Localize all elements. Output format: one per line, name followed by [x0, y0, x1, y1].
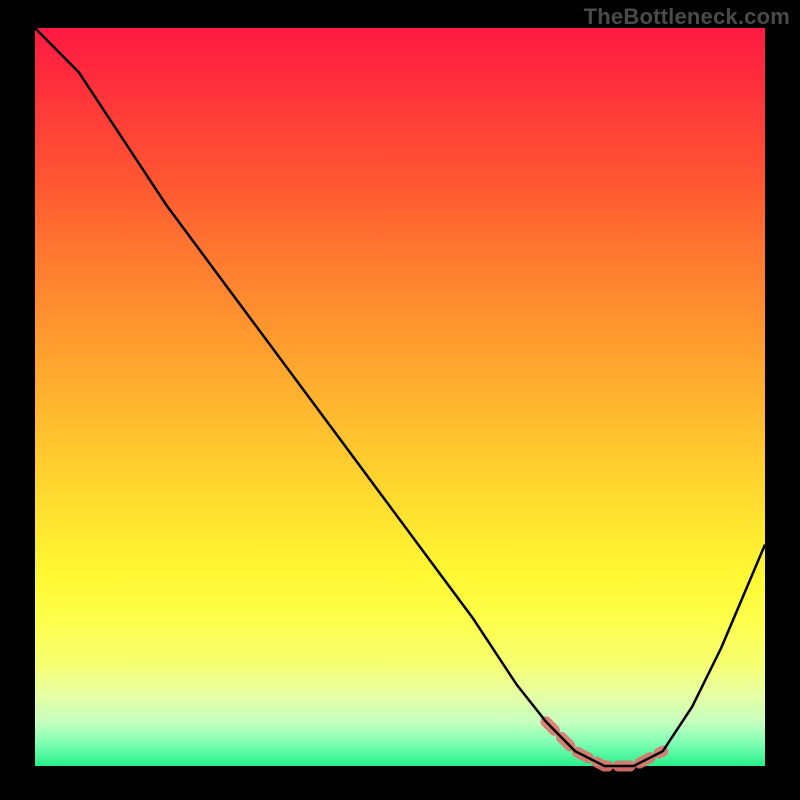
chart-frame: TheBottleneck.com: [0, 0, 800, 800]
curve-layer: [35, 28, 765, 766]
bottleneck-curve-line: [35, 28, 765, 766]
watermark-text: TheBottleneck.com: [584, 4, 790, 30]
plot-area: [35, 28, 765, 766]
